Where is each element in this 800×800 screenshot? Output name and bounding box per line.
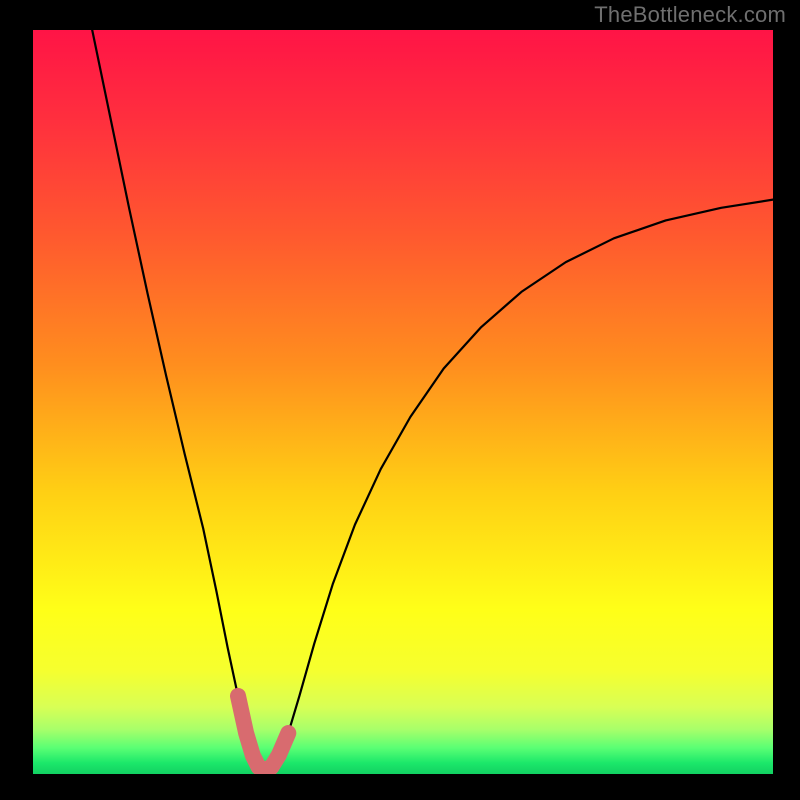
gradient-background bbox=[33, 30, 773, 774]
outer-frame: TheBottleneck.com bbox=[0, 0, 800, 800]
plot-area bbox=[33, 30, 773, 774]
chart-svg bbox=[33, 30, 773, 774]
watermark-text: TheBottleneck.com bbox=[594, 2, 786, 28]
